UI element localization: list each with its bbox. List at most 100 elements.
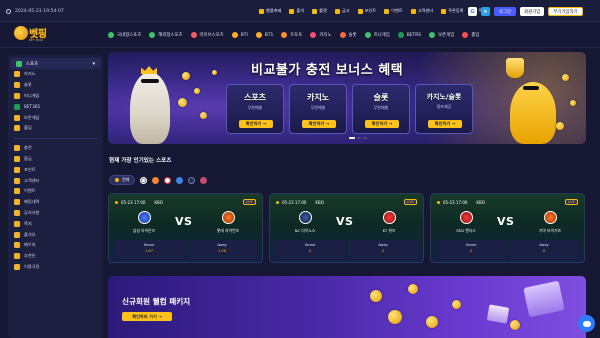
sidebar-item-sports[interactable]: 스포츠 ▾ (10, 58, 101, 69)
odds-away-button[interactable]: Away 0 (509, 240, 579, 259)
sidebar-item-slot[interactable]: 슬롯 (8, 80, 103, 91)
nav-item-live-sports[interactable]: 라이브스포츠 (190, 32, 224, 38)
match-datetime: 05-23 17:00 (121, 200, 146, 205)
promo-confirm-button[interactable]: 확인하기 → (428, 120, 462, 128)
chat-support-button[interactable] (578, 315, 595, 332)
odds-label: Away (539, 243, 549, 247)
sidebar-item-refund[interactable]: 환급 (8, 154, 103, 165)
site-logo[interactable]: 벳핑 BET PING (14, 25, 62, 47)
promo-confirm-button[interactable]: 확인하기 → (239, 120, 273, 128)
top-link-event[interactable]: 이벤트 (384, 8, 403, 14)
top-link-festival[interactable]: 했을축제 (259, 8, 281, 14)
notice-icon (14, 209, 20, 216)
live-badge: LIVE (564, 199, 578, 205)
welcome-package-banner[interactable]: 신규회원 웰컴 패키지 확인하러 가기 → (108, 276, 586, 338)
nav-item-casino[interactable]: 카지노 (310, 32, 332, 38)
sidebar-item-attendance[interactable]: 출석부 (8, 229, 103, 240)
top-link-support[interactable]: 고객센터 (410, 8, 433, 14)
sidebar-item-label: 카지노 (24, 71, 36, 77)
welcome-package-button[interactable]: 확인하러 가기 → (122, 312, 172, 321)
sidebar-item-bet365[interactable]: BET365 (8, 101, 103, 112)
promo-confirm-button[interactable]: 확인하기 → (302, 120, 336, 128)
baseball-icon[interactable] (164, 176, 172, 184)
promo-card-casino-slot[interactable]: 카지노/슬롯 콤프제공 확인하기 → (415, 84, 473, 134)
carousel-dot[interactable] (363, 137, 367, 139)
odds-label: Home (143, 243, 155, 247)
sidebar-item-referral[interactable]: 추천인 (8, 251, 103, 262)
nav-item-minigame[interactable]: 미니게임 (364, 32, 390, 38)
free-join-button[interactable]: 무기가입하기 (548, 7, 583, 16)
sidebar-item-history[interactable]: 베팅내역 (8, 197, 103, 208)
signup-button[interactable]: 회원가입 (520, 7, 545, 16)
nav-item-bt1[interactable]: BT1 (255, 32, 273, 38)
nav-item-overseas-sports[interactable]: 해외형스포츠 (149, 32, 183, 38)
nav-item-slot[interactable]: 슬롯 (339, 32, 357, 38)
promo-banner[interactable]: 비교불가 충전 보너스 혜택 스포츠 무한매충 확인하기 → 카지노 무한매충 … (108, 52, 586, 144)
login-button[interactable]: 로그인 (494, 7, 517, 16)
volleyball-icon[interactable] (176, 176, 184, 184)
nav-item-bti[interactable]: BTI (231, 32, 248, 38)
promo-confirm-button[interactable]: 확인하기 → (365, 120, 399, 128)
top-link-point[interactable]: 포인트 (357, 8, 376, 14)
filter-all-chip[interactable]: 전체 (109, 175, 136, 185)
sidebar-item-event[interactable]: 이벤트 (8, 186, 103, 197)
top-link-coupon[interactable]: 쿠폰등록 (441, 8, 464, 14)
holdem-icon (14, 125, 20, 132)
chevron-down-icon[interactable]: ▾ (92, 61, 95, 67)
esports-icon[interactable] (200, 176, 208, 184)
sidebar-item-charge[interactable]: 충전 (8, 143, 103, 154)
sidebar-item-keep-game[interactable]: 보존게임 (8, 112, 103, 123)
toto-icon (281, 32, 288, 38)
sidebar-item-label: 이벤트 (24, 188, 36, 194)
promo-card-slot[interactable]: 슬롯 무한매충 확인하기 → (352, 84, 410, 134)
carousel-dot[interactable] (357, 137, 361, 139)
odds-row: Home 0 Away 0 (436, 240, 579, 259)
match-card[interactable]: 05-23 17:00 KBO LIVE NC 다이노스 KT 위즈 VS Hom… (269, 193, 424, 263)
festival-icon (259, 8, 264, 14)
odds-home-button[interactable]: Home 0 (275, 240, 345, 259)
coin-icon (452, 300, 461, 309)
carousel-dot-active[interactable] (349, 137, 355, 139)
casino-icon (14, 71, 20, 78)
top-link-attendance[interactable]: 출석 (289, 8, 304, 14)
nav-item-toto[interactable]: 트토토 (281, 32, 302, 38)
nav-item-domestic-sports[interactable]: 국내형스포츠 (108, 32, 141, 38)
soccer-ball-icon[interactable] (140, 176, 148, 184)
nav-item-holdem[interactable]: 홀덤 (462, 32, 479, 38)
odds-home-button[interactable]: Home 0 (436, 240, 506, 259)
odds-away-button[interactable]: Away 0 (348, 240, 418, 259)
message-icon (14, 220, 20, 227)
sidebar-item-holdem[interactable]: 홀덤 (8, 123, 103, 134)
sidebar-item-casino[interactable]: 카지노 (8, 69, 103, 80)
promo-card-sports[interactable]: 스포츠 무한매충 확인하기 → (226, 84, 284, 134)
coin-icon (408, 284, 418, 294)
team-name-away: 기아 타이거즈 (538, 228, 562, 233)
promo-card-casino[interactable]: 카지노 무한매충 확인하기 → (289, 84, 347, 134)
sidebar-item-support[interactable]: 고객센터 (8, 175, 103, 186)
top-link-label: 룰렛 (319, 8, 327, 13)
sidebar-item-minigame[interactable]: 미니게임 (8, 91, 103, 102)
basketball-icon[interactable] (152, 176, 160, 184)
odds-home-button[interactable]: Home 1.67 (114, 240, 184, 259)
support-icon (14, 177, 20, 184)
telegram-icon[interactable]: ➤ (481, 7, 490, 16)
sidebar-item-message[interactable]: 쪽지 (8, 218, 103, 229)
odds-away-button[interactable]: Away 1.96 (187, 240, 257, 259)
sidebar-item-friend[interactable]: 배우자 (8, 240, 103, 251)
top-link-vault[interactable]: 금고 (334, 8, 350, 14)
rules-icon (14, 263, 20, 270)
top-link-label: 이벤트 (391, 8, 403, 13)
sidebar-item-point[interactable]: 포인트 (8, 164, 103, 175)
promo-title: 슬롯 (373, 93, 389, 102)
nav-item-keep-game[interactable]: 보존게임 (429, 32, 454, 38)
nav-item-bet365[interactable]: BETRS (397, 32, 421, 38)
hockey-icon[interactable] (188, 176, 196, 184)
match-card[interactable]: 05-23 17:00 KBO LIVE SSG 랜더스 기아 타이거즈 VS H… (430, 193, 585, 263)
promo-subtitle: 무한매충 (373, 105, 389, 110)
sidebar-item-rules[interactable]: 이용규정 (8, 262, 103, 273)
google-icon[interactable]: G (468, 7, 477, 16)
sunglasses-icon (523, 86, 539, 90)
match-card[interactable]: 05-23 17:00 KBO LIVE 삼성 라이온즈 롯데 자이언츠 VS H… (108, 193, 263, 263)
top-link-roulette[interactable]: 룰렛 (312, 8, 327, 14)
sidebar-item-notice[interactable]: 공지사항 (8, 208, 103, 219)
